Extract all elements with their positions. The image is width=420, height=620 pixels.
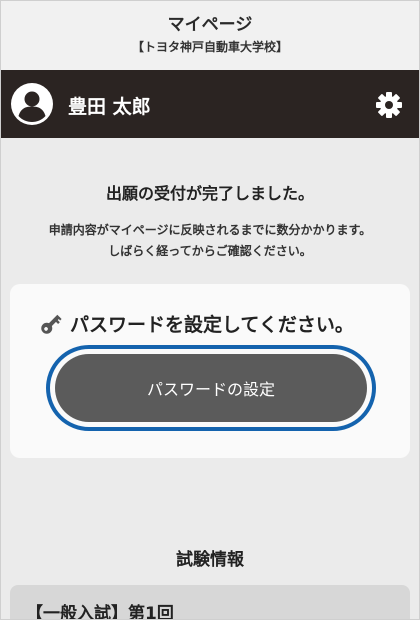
school-name: 【トヨタ神戸自動車大学校】 (131, 40, 288, 54)
gear-icon[interactable] (375, 91, 403, 119)
exam-item-label: 【一般入試】第1回 (26, 604, 174, 620)
user-avatar-icon (11, 83, 53, 125)
notice-line-2: しばらく経ってからご確認ください。 (108, 244, 312, 258)
page-title: マイページ (167, 15, 253, 35)
user-bar: 豊田 太郎 (0, 70, 420, 138)
notice-body: 申請内容がマイページに反映されるまでに数分かかります。 しばらく経ってからご確認… (0, 220, 420, 262)
password-card-heading-text: パスワードを設定してください。 (70, 314, 354, 336)
notice-title: 出願の受付が完了しました。 (105, 184, 314, 203)
notice-line-1: 申請内容がマイページに反映されるまでに数分かかります。 (48, 223, 372, 237)
page-header: マイページ 【トヨタ神戸自動車大学校】 (0, 0, 420, 70)
exam-item[interactable]: 【一般入試】第1回 (10, 585, 410, 620)
password-card: パスワードを設定してください。 パスワードの設定 (10, 284, 410, 458)
exam-info-title: 試験情報 (176, 550, 244, 570)
set-password-button[interactable]: パスワードの設定 (55, 354, 367, 422)
user-name: 豊田 太郎 (68, 96, 151, 118)
password-button-focus-ring: パスワードの設定 (46, 345, 376, 431)
completion-notice: 出願の受付が完了しました。 申請内容がマイページに反映されるまでに数分かかります… (0, 180, 420, 262)
key-icon (41, 314, 62, 334)
password-card-heading: パスワードを設定してください。 (38, 310, 354, 337)
